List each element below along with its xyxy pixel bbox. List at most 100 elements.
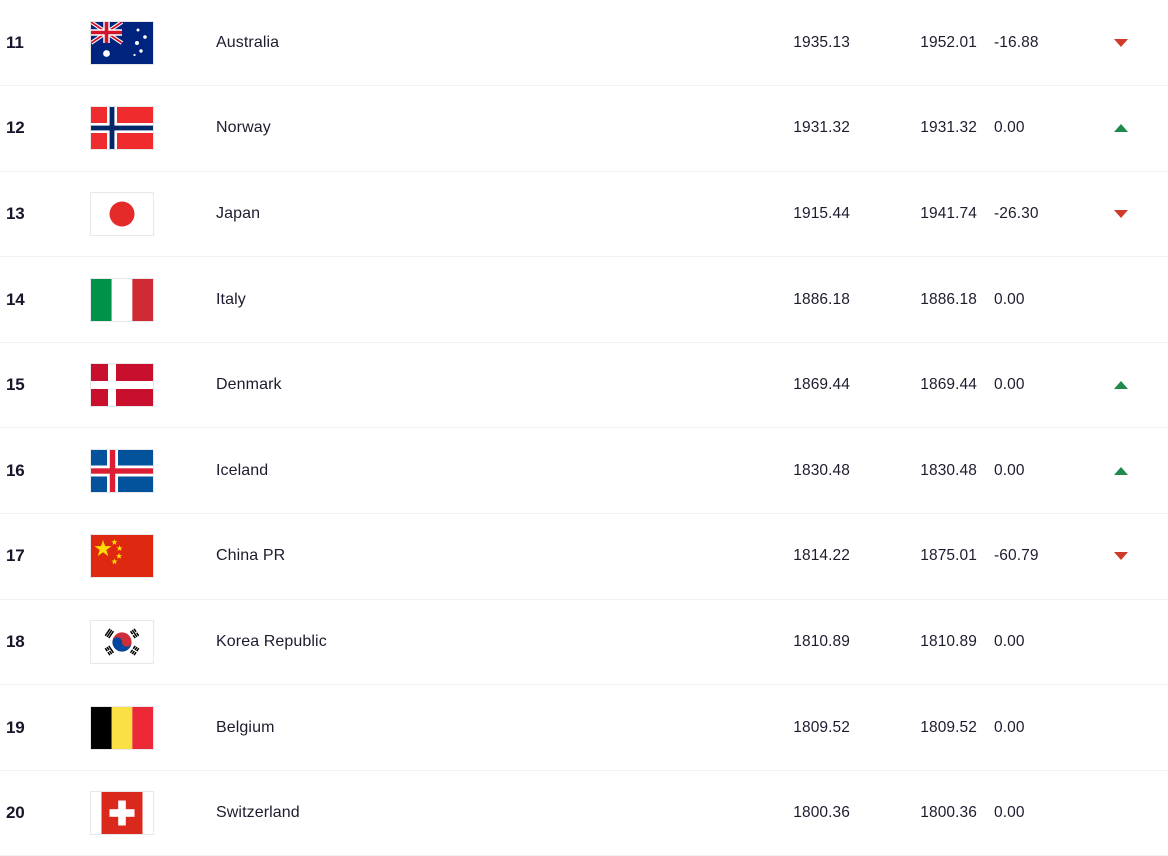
rank-cell: 17	[6, 546, 25, 566]
trend-down-icon	[1114, 552, 1128, 561]
trend-none-icon	[1114, 638, 1128, 646]
table-row[interactable]: 19 Belgium 1809.52 1809.52 0.00	[0, 684, 1168, 771]
team-name[interactable]: Iceland	[213, 428, 740, 514]
flag-icon-belgium	[91, 706, 153, 749]
previous-points: 1952.01	[920, 33, 977, 51]
team-name[interactable]: Korea Republic	[213, 599, 740, 685]
flag-cell	[89, 0, 213, 86]
previous-points: 1931.32	[920, 119, 977, 137]
previous-points: 1809.52	[920, 718, 977, 736]
trend-down-icon	[1114, 209, 1128, 218]
trend-cell	[1114, 0, 1168, 86]
flag-icon-iceland	[91, 449, 153, 492]
rank-cell: 15	[6, 375, 25, 395]
trend-up-icon	[1114, 381, 1128, 390]
rank-cell: 12	[6, 118, 25, 138]
points-change: -16.88	[994, 33, 1039, 51]
table-row[interactable]: 15 Denmark 1869.44 1869.44 0.00	[0, 342, 1168, 428]
previous-points: 1800.36	[920, 804, 977, 822]
table-row[interactable]: 20 Switzerland 1800.36 1800.36 0.00	[0, 770, 1168, 856]
points-change: 0.00	[994, 119, 1025, 137]
rank-cell: 13	[6, 203, 25, 223]
team-name[interactable]: Australia	[213, 0, 740, 86]
trend-cell	[1114, 514, 1168, 600]
total-points: 1915.44	[793, 204, 850, 222]
table-row[interactable]: 11 Australia 1935.13 1952.01 -16.88	[0, 0, 1168, 86]
points-change: -26.30	[994, 204, 1039, 222]
flag-cell	[89, 428, 213, 514]
points-change: 0.00	[994, 632, 1025, 650]
team-name[interactable]: Denmark	[213, 342, 740, 428]
trend-cell	[1114, 685, 1168, 771]
trend-none-icon	[1114, 724, 1128, 732]
previous-points: 1875.01	[920, 547, 977, 565]
flag-cell	[89, 257, 213, 343]
flag-icon-japan	[91, 192, 153, 235]
flag-icon-denmark	[91, 364, 153, 407]
flag-cell	[89, 599, 213, 685]
flag-icon-norway	[91, 107, 153, 150]
previous-points: 1810.89	[920, 632, 977, 650]
previous-points: 1830.48	[920, 461, 977, 479]
flag-cell	[89, 770, 213, 856]
rank-cell: 11	[6, 32, 24, 52]
flag-icon-australia	[91, 21, 153, 64]
team-name[interactable]: Norway	[213, 86, 740, 172]
table-row[interactable]: 16 Iceland 1830.48 1830.48 0.00	[0, 427, 1168, 514]
trend-cell	[1114, 342, 1168, 428]
total-points: 1814.22	[793, 547, 850, 565]
previous-points: 1886.18	[920, 290, 977, 308]
trend-cell	[1114, 86, 1168, 172]
previous-points: 1941.74	[920, 204, 977, 222]
flag-icon-italy	[91, 278, 153, 321]
total-points: 1886.18	[793, 290, 850, 308]
team-name[interactable]: China PR	[213, 514, 740, 600]
trend-cell	[1114, 770, 1168, 856]
rank-cell: 18	[6, 631, 25, 651]
fifa-ranking-table: 11 Australia 1935.13 1952.01 -16.88 12 N…	[0, 0, 1168, 856]
total-points: 1809.52	[793, 718, 850, 736]
previous-points: 1869.44	[920, 376, 977, 394]
total-points: 1869.44	[793, 376, 850, 394]
points-change: 0.00	[994, 804, 1025, 822]
points-change: 0.00	[994, 376, 1025, 394]
trend-down-icon	[1114, 38, 1128, 47]
total-points: 1931.32	[793, 119, 850, 137]
team-name[interactable]: Italy	[213, 257, 740, 343]
flag-icon-china	[91, 535, 153, 578]
rank-cell: 19	[6, 717, 25, 737]
points-change: -60.79	[994, 547, 1039, 565]
team-name[interactable]: Japan	[213, 171, 740, 257]
trend-cell	[1114, 171, 1168, 257]
flag-cell	[89, 514, 213, 600]
trend-none-icon	[1114, 296, 1128, 304]
total-points: 1800.36	[793, 804, 850, 822]
total-points: 1830.48	[793, 461, 850, 479]
trend-up-icon	[1114, 124, 1128, 133]
flag-cell	[89, 86, 213, 172]
table-row[interactable]: 18 Korea Republic 1810.89 1810.89 0.00	[0, 599, 1168, 685]
flag-icon-korea	[91, 620, 153, 663]
table-row[interactable]: 17 China PR 1814.22 1875.01 -60.79	[0, 513, 1168, 600]
flag-cell	[89, 342, 213, 428]
rank-cell: 14	[6, 289, 25, 309]
flag-cell	[89, 685, 213, 771]
points-change: 0.00	[994, 718, 1025, 736]
trend-cell	[1114, 428, 1168, 514]
trend-cell	[1114, 257, 1168, 343]
points-change: 0.00	[994, 290, 1025, 308]
team-name[interactable]: Switzerland	[213, 770, 740, 856]
rank-cell: 16	[6, 460, 25, 480]
points-change: 0.00	[994, 461, 1025, 479]
trend-cell	[1114, 599, 1168, 685]
flag-icon-switzerland	[91, 792, 153, 835]
team-name[interactable]: Belgium	[213, 685, 740, 771]
table-row[interactable]: 12 Norway 1931.32 1931.32 0.00	[0, 85, 1168, 172]
rank-cell: 20	[6, 803, 25, 823]
trend-none-icon	[1114, 809, 1128, 817]
trend-up-icon	[1114, 466, 1128, 475]
table-row[interactable]: 13 Japan 1915.44 1941.74 -26.30	[0, 171, 1168, 257]
total-points: 1935.13	[793, 33, 850, 51]
total-points: 1810.89	[793, 632, 850, 650]
table-row[interactable]: 14 Italy 1886.18 1886.18 0.00	[0, 256, 1168, 343]
